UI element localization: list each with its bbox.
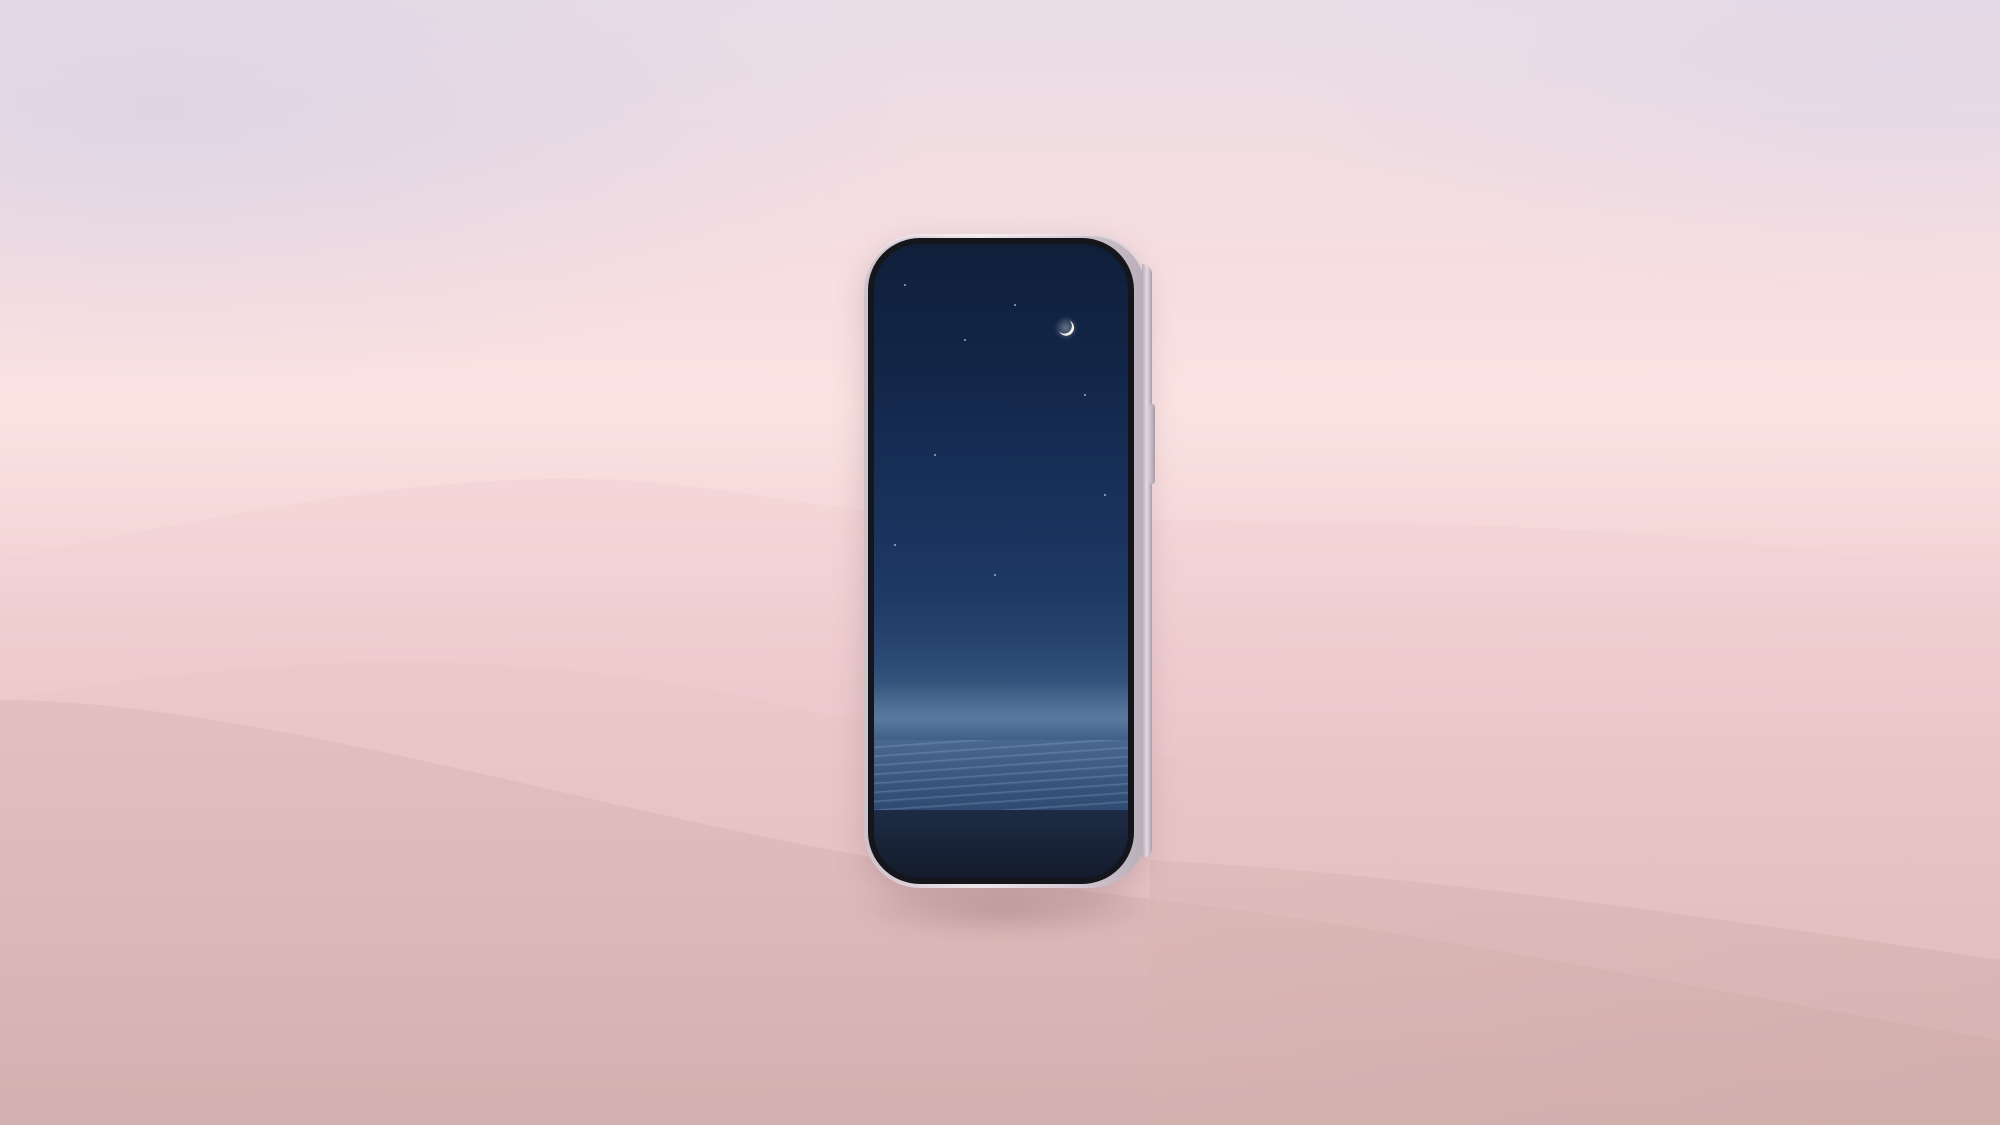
star <box>904 284 906 286</box>
star <box>964 339 966 341</box>
side-button <box>1149 404 1155 484</box>
star <box>1104 494 1106 496</box>
phone-screen <box>874 244 1128 878</box>
star <box>1084 394 1086 396</box>
star <box>894 544 896 546</box>
phone-side-frame <box>1142 264 1152 858</box>
ocean-waves <box>874 740 1128 810</box>
star <box>1014 304 1016 306</box>
star <box>934 454 936 456</box>
crescent-moon-icon <box>1054 316 1078 340</box>
horizon-mist <box>874 684 1128 744</box>
smartphone <box>864 234 1155 888</box>
desert-scene <box>0 0 2000 1125</box>
phone-shadow <box>850 880 1160 940</box>
phone-bezel <box>868 238 1134 884</box>
dark-shore <box>874 810 1128 878</box>
star <box>994 574 996 576</box>
